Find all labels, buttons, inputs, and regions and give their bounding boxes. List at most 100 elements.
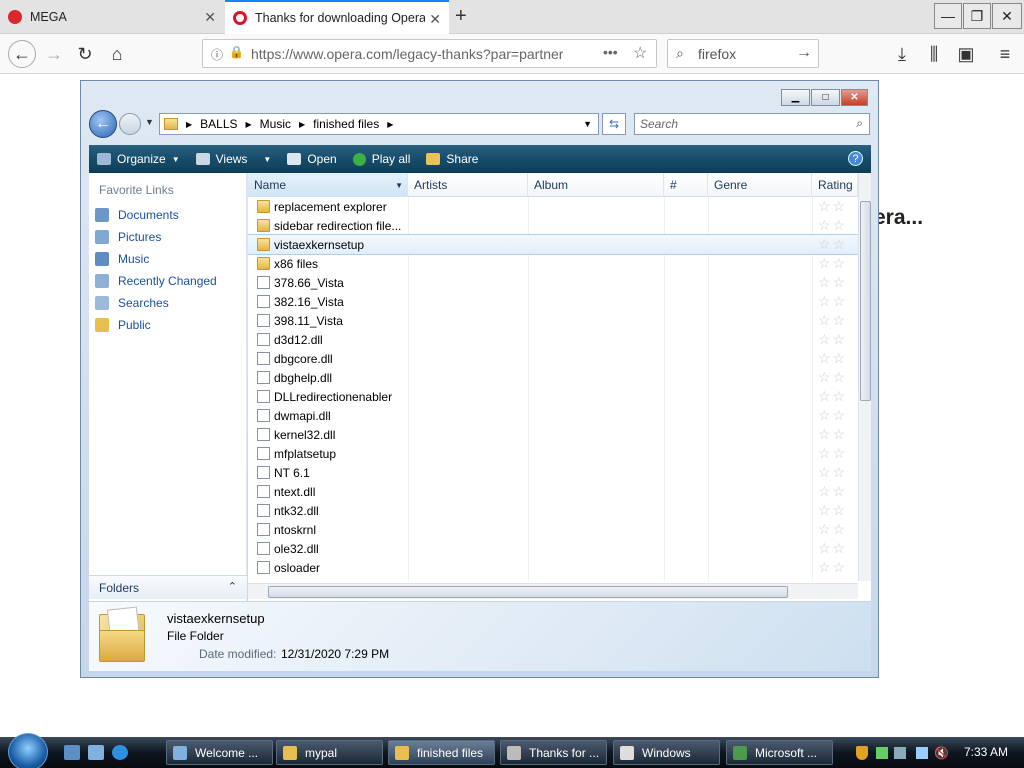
column-name[interactable]: Name ▼ xyxy=(248,173,408,197)
taskbar-item-finished-files[interactable]: finished files xyxy=(388,740,495,765)
rating-stars[interactable]: ☆☆ xyxy=(818,540,847,557)
chevron-right-icon[interactable]: ▶ xyxy=(186,120,192,129)
table-row[interactable]: dbgcore.dll ☆☆ xyxy=(248,349,858,368)
table-row[interactable]: ntk32.dll ☆☆ xyxy=(248,501,858,520)
bookmark-star-icon[interactable]: ☆ xyxy=(633,43,647,63)
close-icon[interactable]: ✕ xyxy=(204,9,216,26)
close-window-button[interactable]: ✕ xyxy=(992,3,1022,29)
scroll-thumb[interactable] xyxy=(860,201,871,401)
reload-icon[interactable]: ↻ xyxy=(73,42,97,66)
share-button[interactable]: Share xyxy=(426,152,478,166)
forward-icon[interactable]: → xyxy=(42,42,66,66)
internet-explorer-icon[interactable] xyxy=(112,745,128,760)
vertical-scrollbar[interactable] xyxy=(858,173,871,581)
taskbar-item-microsoft[interactable]: Microsoft ... xyxy=(726,740,833,765)
menu-icon[interactable]: ≡ xyxy=(993,42,1017,66)
close-icon[interactable]: ✕ xyxy=(429,11,441,28)
rating-stars[interactable]: ☆☆ xyxy=(818,483,847,500)
table-row[interactable]: ole32.dll ☆☆ xyxy=(248,539,858,558)
refresh-icon[interactable]: ⇆ xyxy=(602,113,626,135)
nav-item-music[interactable]: Music xyxy=(95,249,149,269)
column-rating[interactable]: Rating xyxy=(812,173,858,197)
table-row[interactable]: x86 files ☆☆ xyxy=(248,254,858,273)
rating-stars[interactable]: ☆☆ xyxy=(818,274,847,291)
url-bar[interactable]: ⓘ 🔒 https://www.opera.com/legacy-thanks?… xyxy=(202,39,657,68)
rating-stars[interactable]: ☆☆ xyxy=(818,236,847,253)
chevron-right-icon[interactable]: ▶ xyxy=(246,120,252,129)
start-button[interactable] xyxy=(8,733,48,768)
nav-item-documents[interactable]: Documents xyxy=(95,205,179,225)
rating-stars[interactable]: ☆☆ xyxy=(818,217,847,234)
network-icon[interactable] xyxy=(876,746,888,759)
taskbar-item-windows[interactable]: Windows xyxy=(613,740,720,765)
rating-stars[interactable]: ☆☆ xyxy=(818,426,847,443)
table-row[interactable]: 398.11_Vista ☆☆ xyxy=(248,311,858,330)
chevron-down-icon[interactable]: ▼ xyxy=(395,181,403,190)
help-icon[interactable]: ? xyxy=(848,151,863,166)
clock[interactable]: 7:33 AM xyxy=(964,745,1008,759)
taskbar-item-mypal[interactable]: mypal xyxy=(276,740,383,765)
sidebar-icon[interactable]: ▣ xyxy=(954,42,978,66)
rating-stars[interactable]: ☆☆ xyxy=(818,350,847,367)
forward-button[interactable] xyxy=(119,113,141,135)
rating-stars[interactable]: ☆☆ xyxy=(818,445,847,462)
home-icon[interactable]: ⌂ xyxy=(105,42,129,66)
table-row[interactable]: NT 6.1 ☆☆ xyxy=(248,463,858,482)
breadcrumb-balls[interactable]: BALLS xyxy=(200,117,237,131)
nav-item-public[interactable]: Public xyxy=(95,315,151,335)
breadcrumb-finished-files[interactable]: finished files xyxy=(313,117,379,131)
open-button[interactable]: Open xyxy=(287,152,337,166)
connection-icon[interactable] xyxy=(916,746,928,759)
rating-stars[interactable]: ☆☆ xyxy=(818,407,847,424)
scroll-thumb[interactable] xyxy=(268,586,788,598)
table-row[interactable]: 382.16_Vista ☆☆ xyxy=(248,292,858,311)
security-shield-icon[interactable] xyxy=(856,745,868,760)
table-row[interactable]: mfplatsetup ☆☆ xyxy=(248,444,858,463)
folders-toggle[interactable]: Folders ⌃ xyxy=(89,575,247,599)
page-actions-icon[interactable]: ••• xyxy=(603,44,618,60)
tab-mega[interactable]: MEGA ✕ xyxy=(0,0,224,34)
breadcrumb[interactable]: ▶ BALLS ▶ Music ▶ finished files ▶ ▼ xyxy=(159,113,599,135)
column-album[interactable]: Album xyxy=(528,173,664,197)
horizontal-scrollbar[interactable] xyxy=(248,583,858,599)
back-icon[interactable]: ← xyxy=(8,40,36,68)
display-icon[interactable] xyxy=(894,746,906,759)
column-artists[interactable]: Artists xyxy=(408,173,528,197)
search-icon[interactable]: ⌕ xyxy=(856,116,863,131)
table-row[interactable]: vistaexkernsetup ☆☆ xyxy=(248,234,858,255)
restore-button[interactable]: ❐ xyxy=(963,3,991,29)
rating-stars[interactable]: ☆☆ xyxy=(818,369,847,386)
column-number[interactable]: # xyxy=(664,173,708,197)
rating-stars[interactable]: ☆☆ xyxy=(818,331,847,348)
views-button[interactable]: Views ▼ xyxy=(195,152,271,166)
table-row[interactable]: DLLredirectionenabler ☆☆ xyxy=(248,387,858,406)
search-input[interactable]: Search ⌕ xyxy=(634,113,870,135)
table-row[interactable]: replacement explorer ☆☆ xyxy=(248,197,858,216)
table-row[interactable]: dwmapi.dll ☆☆ xyxy=(248,406,858,425)
nav-item-pictures[interactable]: Pictures xyxy=(95,227,161,247)
table-row[interactable]: osloader ☆☆ xyxy=(248,558,858,577)
rating-stars[interactable]: ☆☆ xyxy=(818,388,847,405)
rating-stars[interactable]: ☆☆ xyxy=(818,502,847,519)
table-row[interactable]: d3d12.dll ☆☆ xyxy=(248,330,858,349)
table-row[interactable]: ntext.dll ☆☆ xyxy=(248,482,858,501)
rating-stars[interactable]: ☆☆ xyxy=(818,559,847,576)
back-button[interactable]: ← xyxy=(89,110,117,138)
minimize-button[interactable]: — xyxy=(934,3,962,29)
tab-opera[interactable]: Thanks for downloading Opera ✕ xyxy=(225,0,449,34)
recent-pages-icon[interactable]: ▼ xyxy=(145,117,154,127)
chevron-right-icon[interactable]: ▶ xyxy=(299,120,305,129)
new-tab-icon[interactable]: + xyxy=(455,5,467,28)
search-bar[interactable]: ⌕ firefox → xyxy=(667,39,819,68)
minimize-button[interactable]: ▁ xyxy=(781,89,810,106)
nav-item-recently-changed[interactable]: Recently Changed xyxy=(95,271,217,291)
table-row[interactable]: dbghelp.dll ☆☆ xyxy=(248,368,858,387)
breadcrumb-music[interactable]: Music xyxy=(260,117,291,131)
column-genre[interactable]: Genre xyxy=(708,173,812,197)
taskbar-item-thanks[interactable]: Thanks for ... xyxy=(500,740,607,765)
close-button[interactable]: ✕ xyxy=(841,89,868,106)
rating-stars[interactable]: ☆☆ xyxy=(818,255,847,272)
rating-stars[interactable]: ☆☆ xyxy=(818,198,847,215)
search-go-icon[interactable]: → xyxy=(796,44,812,62)
chevron-down-icon[interactable]: ▼ xyxy=(583,119,592,129)
